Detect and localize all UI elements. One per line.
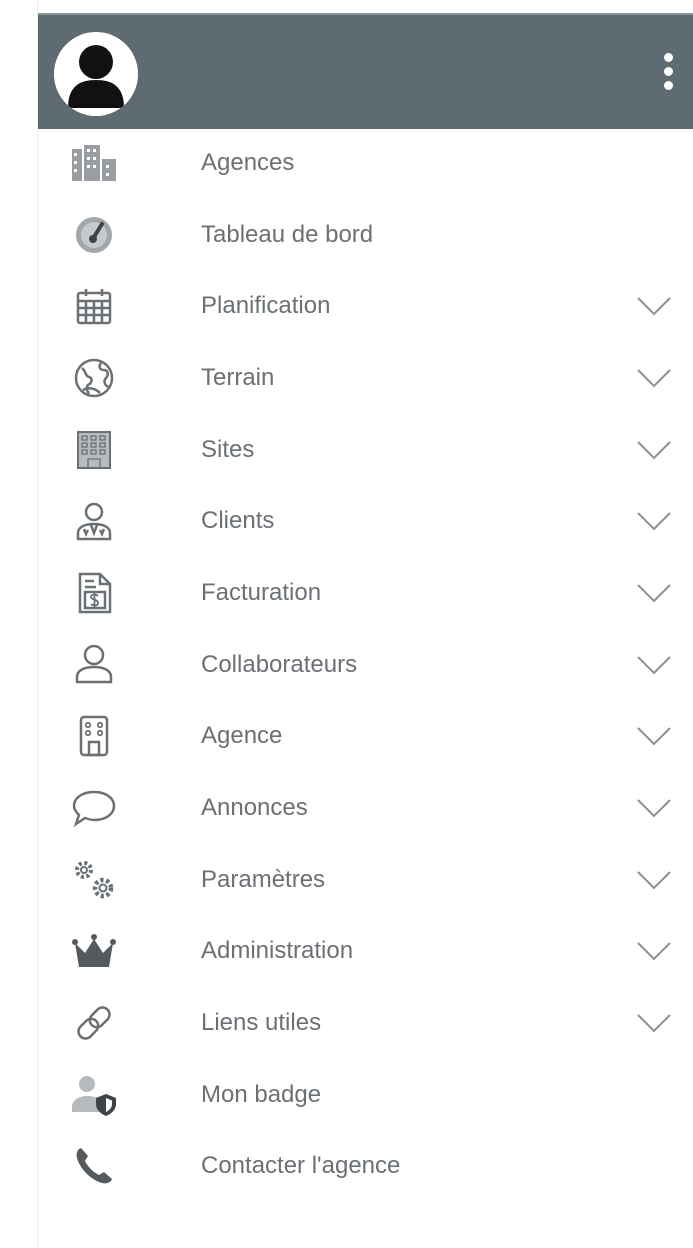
menu-list: Agences Tableau de bord Planification Te…: [38, 127, 693, 1202]
dashboard-gauge-icon: [70, 211, 118, 259]
user-avatar-icon[interactable]: [54, 32, 138, 116]
globe-icon: [70, 354, 118, 402]
menu-item-label: Contacter l'agence: [201, 1152, 401, 1180]
kebab-dot: [663, 52, 673, 62]
building-grid-icon: [70, 426, 118, 474]
menu-item-label: Agences: [201, 148, 295, 176]
chevron-down-icon[interactable]: [636, 367, 672, 389]
menu-item-label: Facturation: [201, 578, 322, 606]
menu-item-agences[interactable]: Agences: [38, 127, 693, 199]
menu-item-label: Mon badge: [201, 1080, 322, 1108]
user-shield-icon: [70, 1071, 118, 1119]
chevron-down-icon[interactable]: [636, 940, 672, 962]
phone-icon: [70, 1142, 118, 1190]
chevron-down-icon[interactable]: [636, 582, 672, 604]
calendar-icon: [70, 282, 118, 330]
menu-item-label: Liens utiles: [201, 1009, 322, 1037]
chevron-down-icon[interactable]: [636, 797, 672, 819]
menu-item-label: Clients: [201, 507, 275, 535]
office-building-icon: [70, 712, 118, 760]
menu-item-label: Annonces: [201, 794, 308, 822]
menu-item-liens-utiles[interactable]: Liens utiles: [38, 987, 693, 1059]
menu-item-agence[interactable]: Agence: [38, 701, 693, 773]
kebab-dot: [663, 80, 673, 90]
menu-item-label: Collaborateurs: [201, 650, 358, 678]
menu-item-label: Sites: [201, 435, 255, 463]
drawer-header: [38, 13, 693, 129]
menu-item-administration[interactable]: Administration: [38, 916, 693, 988]
chevron-down-icon[interactable]: [636, 295, 672, 317]
menu-item-sites[interactable]: Sites: [38, 414, 693, 486]
menu-item-clients[interactable]: Clients: [38, 485, 693, 557]
kebab-menu-icon[interactable]: [658, 41, 678, 101]
menu-item-mon-badge[interactable]: Mon badge: [38, 1059, 693, 1131]
menu-item-tableau-de-bord[interactable]: Tableau de bord: [38, 199, 693, 271]
menu-item-terrain[interactable]: Terrain: [38, 342, 693, 414]
gears-icon: [70, 856, 118, 904]
menu-item-parametres[interactable]: Paramètres: [38, 844, 693, 916]
menu-item-contacter-agence[interactable]: Contacter l'agence: [38, 1131, 693, 1203]
speech-bubble-icon: [70, 784, 118, 832]
menu-item-planification[interactable]: Planification: [38, 270, 693, 342]
menu-item-collaborateurs[interactable]: Collaborateurs: [38, 629, 693, 701]
chevron-down-icon[interactable]: [636, 1012, 672, 1034]
link-icon: [70, 999, 118, 1047]
navigation-drawer: Agences Tableau de bord Planification Te…: [37, 0, 693, 1248]
client-user-icon: [70, 497, 118, 545]
page-left-margin: [0, 0, 37, 1248]
menu-item-label: Administration: [201, 937, 354, 965]
chevron-down-icon[interactable]: [636, 869, 672, 891]
buildings-icon: [70, 139, 118, 187]
menu-item-label: Agence: [201, 722, 283, 750]
person-icon: [70, 641, 118, 689]
chevron-down-icon[interactable]: [636, 439, 672, 461]
menu-item-facturation[interactable]: Facturation: [38, 557, 693, 629]
menu-item-label: Paramètres: [201, 865, 326, 893]
kebab-dot: [663, 66, 673, 76]
crown-icon: [70, 927, 118, 975]
menu-item-label: Terrain: [201, 363, 275, 391]
menu-item-label: Planification: [201, 292, 331, 320]
menu-item-annonces[interactable]: Annonces: [38, 772, 693, 844]
invoice-icon: [70, 569, 118, 617]
chevron-down-icon[interactable]: [636, 725, 672, 747]
menu-item-label: Tableau de bord: [201, 220, 374, 248]
chevron-down-icon[interactable]: [636, 510, 672, 532]
chevron-down-icon[interactable]: [636, 654, 672, 676]
